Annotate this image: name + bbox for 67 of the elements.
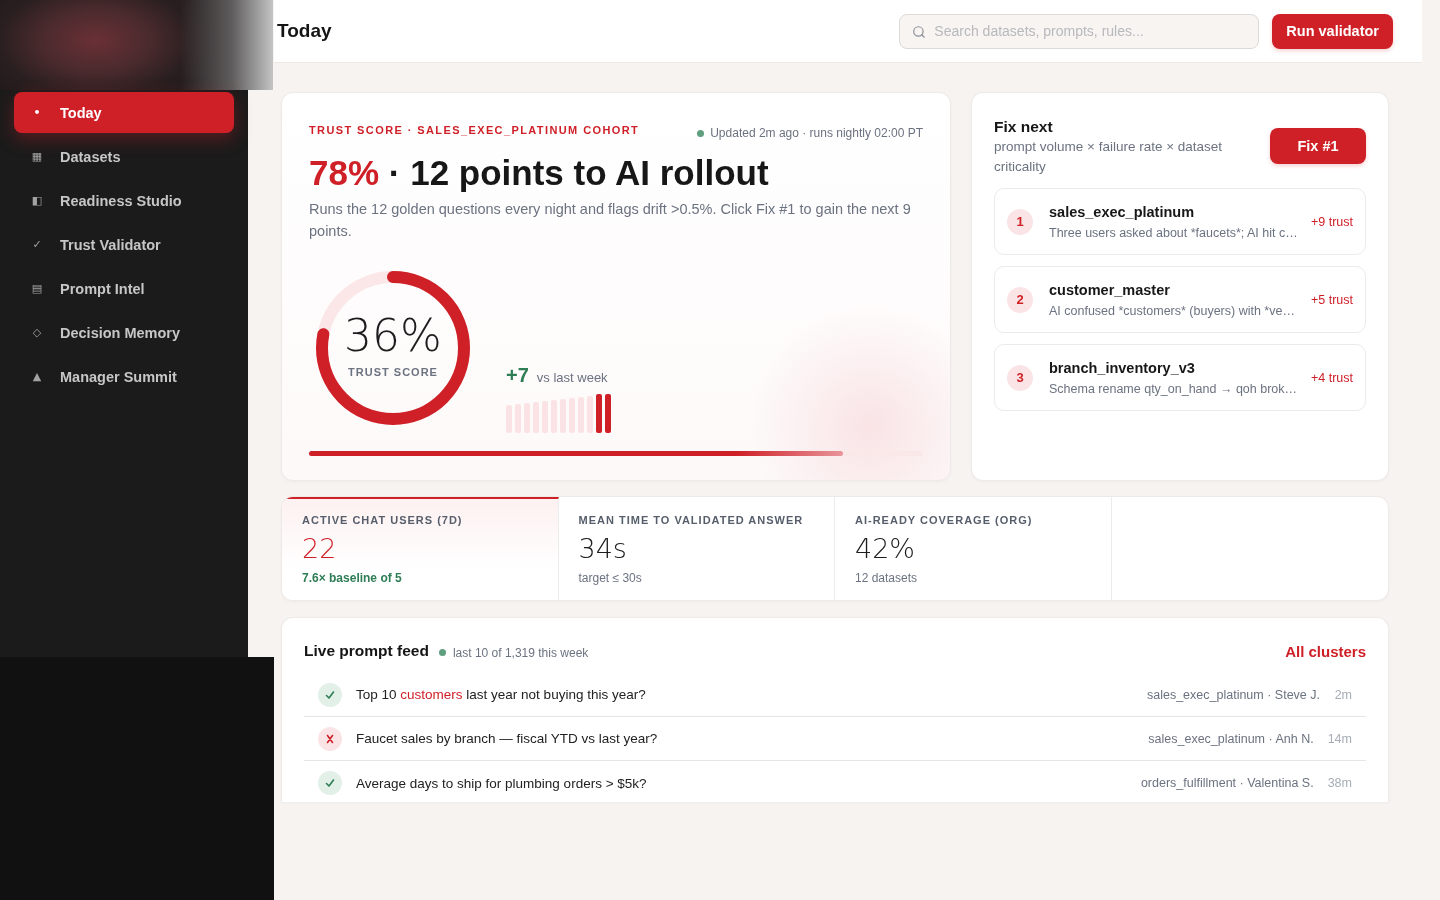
run-validator-button[interactable]: Run validator [1272,13,1393,49]
rank-badge: 1 [1007,208,1033,235]
prompt-text: Average days to ship for plumbing orders > $5k? [356,775,647,791]
nav-item[interactable]: ✓ Trust Validator [14,224,234,265]
card-title: Live prompt feed [304,641,429,661]
prompt-age: 38m [1327,776,1352,790]
rank-badge: 3 [1007,364,1033,391]
bullet-icon: • [29,107,45,118]
status-dot-icon [697,129,705,137]
trust-impact: +5 trust [1310,292,1353,307]
metric-label: AI-READY COVERAGE (ORG) [855,513,1034,527]
feed-subtitle: last 10 of 1,319 this week [452,645,589,660]
fix-note: AI confused *customers* (buyers) with *ve… [1049,302,1296,319]
half-square-icon: ◧ [29,195,45,206]
headline: 78% · 12 points to AI rollout [309,152,770,194]
metric-note: 12 datasets [855,570,919,586]
ring-label: TRUST SCORE [348,366,438,378]
metric-note: target ≤ 30s [578,570,643,586]
trust-impact: +4 trust [1310,370,1353,385]
fix-item[interactable]: 3 branch_inventory_v3 Schema rename qty_on_hand → qoh brok… +4 trust [994,344,1366,411]
card-title: Fix next [994,117,1054,137]
nav-item[interactable]: ◇ Decision Memory [14,312,234,353]
prompt-age: 2m [1334,687,1352,702]
search-field[interactable]: Search datasets, prompts, rules... [899,13,1260,49]
grid-icon: ▦ [29,151,45,162]
prompt-text: Top 10 customers last year not buying this year? [356,687,646,702]
prompt-text: Faucet sales by branch — fiscal YTD vs last year? [356,731,658,746]
fix-item[interactable]: 1 sales_exec_platinum Three users asked about *faucets*; AI hit c… +9 trust [994,188,1366,255]
rank-badge: 2 [1007,286,1033,313]
prompt-age: 14m [1327,731,1352,746]
nav-item[interactable]: ▦ Datasets [14,136,234,177]
ring-value: 36% [344,312,442,360]
triangle-icon: ▲ [29,371,45,382]
diamond-icon: ◇ [29,327,45,338]
prompt-source: sales_exec_platinum · Steve J. [1147,687,1320,702]
metric-value: 22 [302,532,338,566]
nav-item[interactable]: ◧ Readiness Studio [14,180,234,221]
status-dot-icon [438,648,446,656]
dataset-name: sales_exec_platinum [1049,202,1196,222]
prompt-source: orders_fulfillment · Valentina S. [1140,776,1314,790]
description: Runs the 12 golden questions every night and flags drift >0.5%. Click Fix #1 to gain the next 9 points. [309,200,912,241]
page-title: Today [277,20,332,42]
check-icon: ✓ [29,239,45,250]
trust-impact: +9 trust [1310,214,1353,229]
dataset-name: customer_master [1049,280,1171,300]
nav-item[interactable]: ▤ Prompt Intel [14,268,234,309]
delta-label: vs last week [536,370,608,385]
nav-item[interactable]: ▲ Manager Summit [14,356,234,397]
metric-value: 34s [578,532,628,566]
search-icon [912,24,927,39]
all-clusters-link[interactable]: All clusters [1285,642,1366,660]
card-eyebrow: TRUST SCORE · SALES_EXEC_PLATINUM COHORT [309,124,640,136]
prompt-source: sales_exec_platinum · Anh N. [1148,731,1314,746]
metric-note: 7.6× baseline of 5 [302,570,403,586]
fix-note: Schema rename qty_on_hand → qoh brok… [1049,380,1299,397]
card-subtitle: prompt volume × failure rate × dataset criticality [994,138,1224,176]
updated-text: Updated 2m ago · runs nightly 02:00 PT [710,126,923,140]
fix-button[interactable]: Fix #1 [1270,128,1366,164]
nav-item[interactable]: • Today [14,92,234,133]
fix-item[interactable]: 2 customer_master AI confused *customers* (buyers) with *ve… +5 trust [994,266,1366,333]
metric-label: MEAN TIME TO VALIDATED ANSWER [578,513,805,527]
metric-value: 42% [855,532,916,566]
delta-value: +7 [506,364,529,387]
metric-label: ACTIVE CHAT USERS (7D) [302,513,464,527]
dataset-name: branch_inventory_v3 [1049,358,1196,378]
list-icon: ▤ [29,283,45,294]
fix-note: Three users asked about *faucets*; AI hit c… [1049,224,1299,241]
